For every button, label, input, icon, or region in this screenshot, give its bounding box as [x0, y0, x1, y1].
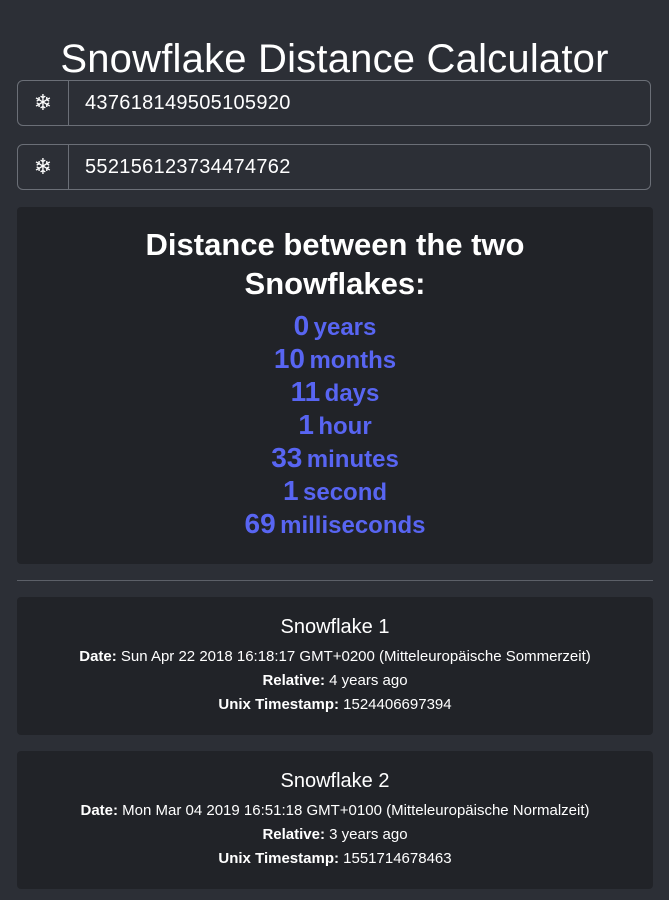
section-divider — [17, 580, 653, 581]
snowflake-2-info-card: Snowflake 2 Date: Mon Mar 04 2019 16:51:… — [17, 751, 653, 889]
snowflake-icon: ❄ — [18, 145, 69, 189]
date-label: Date: — [80, 802, 118, 819]
timestamp-value: 1524406697394 — [343, 696, 452, 713]
distance-heading: Distance between the two Snowflakes: — [145, 227, 525, 301]
duration-hours: 1 hour — [17, 408, 653, 441]
duration-unit: second — [303, 479, 388, 506]
relative-label: Relative: — [262, 826, 325, 843]
distance-result-card: Distance between the two Snowflakes: 0 y… — [17, 207, 653, 564]
duration-value: 10 — [273, 343, 306, 374]
duration-value: 0 — [293, 310, 310, 341]
timestamp-label: Unix Timestamp: — [218, 696, 339, 713]
snowflake-1-relative: Relative: 4 years ago — [17, 669, 653, 693]
duration-unit: years — [313, 314, 377, 341]
snowflake-2-timestamp: Unix Timestamp: 1551714678463 — [17, 847, 653, 871]
date-value: Sun Apr 22 2018 16:18:17 GMT+0200 (Mitte… — [120, 648, 591, 665]
duration-unit: hour — [318, 413, 372, 440]
page: Snowflake Distance Calculator ❄ ❄ Distan… — [0, 0, 669, 900]
timestamp-value: 1551714678463 — [343, 850, 452, 867]
relative-value: 3 years ago — [329, 826, 408, 843]
duration-months: 10 months — [17, 342, 653, 375]
duration-unit: milliseconds — [280, 512, 426, 539]
duration-value: 1 — [298, 409, 314, 440]
duration-value: 11 — [290, 376, 321, 407]
duration-milliseconds: 69 milliseconds — [17, 507, 653, 540]
duration-unit: months — [309, 347, 397, 374]
duration-years: 0 years — [17, 309, 653, 342]
snowflake-2-date: Date: Mon Mar 04 2019 16:51:18 GMT+0100 … — [17, 799, 653, 823]
page-title: Snowflake Distance Calculator — [60, 36, 609, 81]
duration-value: 33 — [271, 442, 303, 473]
duration-unit: minutes — [306, 446, 399, 473]
snowflake-1-timestamp: Unix Timestamp: 1524406697394 — [17, 693, 653, 717]
snowflake-1-title: Snowflake 1 — [280, 616, 390, 638]
snowflake-1-date: Date: Sun Apr 22 2018 16:18:17 GMT+0200 … — [17, 645, 653, 669]
snowflake-1-info-card: Snowflake 1 Date: Sun Apr 22 2018 16:18:… — [17, 597, 653, 735]
snowflake-icon: ❄ — [18, 81, 69, 125]
duration-value: 1 — [282, 475, 299, 506]
duration-list: 0 years 10 months 11 days 1 hour 33 minu… — [17, 309, 653, 540]
snowflake-1-input[interactable] — [69, 81, 650, 125]
snowflake-input-group-1: ❄ — [17, 80, 651, 126]
duration-seconds: 1 second — [17, 474, 653, 507]
date-label: Date: — [79, 648, 117, 665]
snowflake-2-input[interactable] — [69, 145, 650, 189]
duration-days: 11 days — [17, 375, 653, 408]
duration-minutes: 33 minutes — [17, 441, 653, 474]
date-value: Mon Mar 04 2019 16:51:18 GMT+0100 (Mitte… — [122, 802, 590, 819]
duration-unit: days — [324, 380, 380, 407]
timestamp-label: Unix Timestamp: — [218, 850, 339, 867]
snowflake-2-relative: Relative: 3 years ago — [17, 823, 653, 847]
relative-value: 4 years ago — [329, 672, 408, 689]
snowflake-2-title: Snowflake 2 — [280, 770, 390, 792]
snowflake-input-group-2: ❄ — [17, 144, 651, 190]
duration-value: 69 — [244, 508, 276, 539]
relative-label: Relative: — [262, 672, 325, 689]
